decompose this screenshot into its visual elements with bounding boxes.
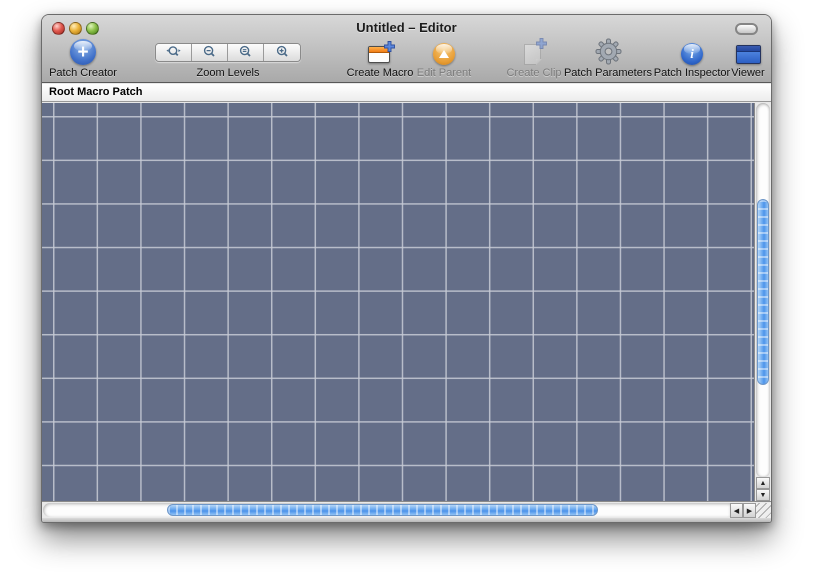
toolbar-item-label: Patch Creator: [49, 67, 117, 79]
zoom-out-icon: [202, 45, 217, 60]
toolbar-item-label: Edit Parent: [417, 67, 471, 79]
toolbar-item-viewer[interactable]: Viewer: [718, 38, 778, 79]
zoom-actual-size-button[interactable]: [156, 44, 192, 61]
toolbar-item-zoom-levels: Zoom Levels: [153, 38, 303, 79]
toolbar-item-label: Zoom Levels: [197, 67, 260, 79]
info-glyph: i: [690, 46, 694, 62]
breadcrumb[interactable]: Root Macro Patch: [42, 84, 771, 102]
vertical-scrollbar-thumb[interactable]: [757, 199, 769, 385]
window-title: Untitled – Editor: [42, 20, 771, 35]
horizontal-scrollbar-thumb[interactable]: [167, 504, 598, 516]
zoom-out-button[interactable]: [192, 44, 228, 61]
scroll-left-button[interactable]: ◀: [730, 503, 743, 518]
resize-grip[interactable]: [756, 503, 771, 518]
toolbar-toggle-pill[interactable]: [735, 23, 758, 35]
macro-window-plus-icon: [368, 44, 393, 64]
scroll-up-button[interactable]: ▲: [756, 477, 770, 489]
canvas-row: ▲ ▼: [42, 103, 771, 501]
plus-badge-icon: [384, 41, 395, 52]
vertical-scrollbar[interactable]: ▲ ▼: [754, 103, 771, 501]
page-plus-icon: [523, 41, 545, 65]
zoom-in-icon: [275, 45, 290, 60]
zoom-in-button[interactable]: [264, 44, 300, 61]
toolbar-item-edit-parent: Edit Parent: [404, 38, 484, 79]
patch-canvas[interactable]: [42, 103, 754, 501]
plus-glyph: +: [77, 43, 88, 62]
zoom-100-button[interactable]: [228, 44, 264, 61]
toolbar-item-label: Viewer: [731, 67, 764, 79]
zoom-100-icon: [238, 45, 253, 60]
gear-icon: [595, 38, 622, 65]
up-triangle-glyph: [439, 50, 449, 58]
horizontal-scrollbar-track[interactable]: [43, 503, 730, 517]
zoom-segmented-control: [155, 43, 301, 62]
scroll-down-button[interactable]: ▼: [756, 489, 770, 501]
viewer-window-icon: [736, 45, 761, 64]
orange-up-circle-icon: [433, 43, 455, 65]
plus-sphere-icon: +: [70, 39, 96, 65]
vertical-scrollbar-track[interactable]: [756, 103, 770, 477]
toolbar-item-patch-creator[interactable]: + Patch Creator: [42, 38, 124, 79]
horizontal-scrollbar[interactable]: ◀ ▶: [42, 501, 771, 518]
zoom-actual-size-icon: [166, 45, 181, 60]
plus-badge-icon: [536, 38, 547, 49]
breadcrumb-label: Root Macro Patch: [49, 86, 143, 98]
toolbar-item-label: Patch Parameters: [564, 67, 652, 79]
editor-window: Untitled – Editor + Patch Creator: [41, 14, 772, 523]
scroll-right-button[interactable]: ▶: [743, 503, 756, 518]
window-chrome: Untitled – Editor + Patch Creator: [42, 15, 771, 83]
window-bottom-edge: [42, 518, 771, 522]
info-sphere-icon: i: [681, 43, 703, 65]
page-fold: [536, 59, 543, 66]
